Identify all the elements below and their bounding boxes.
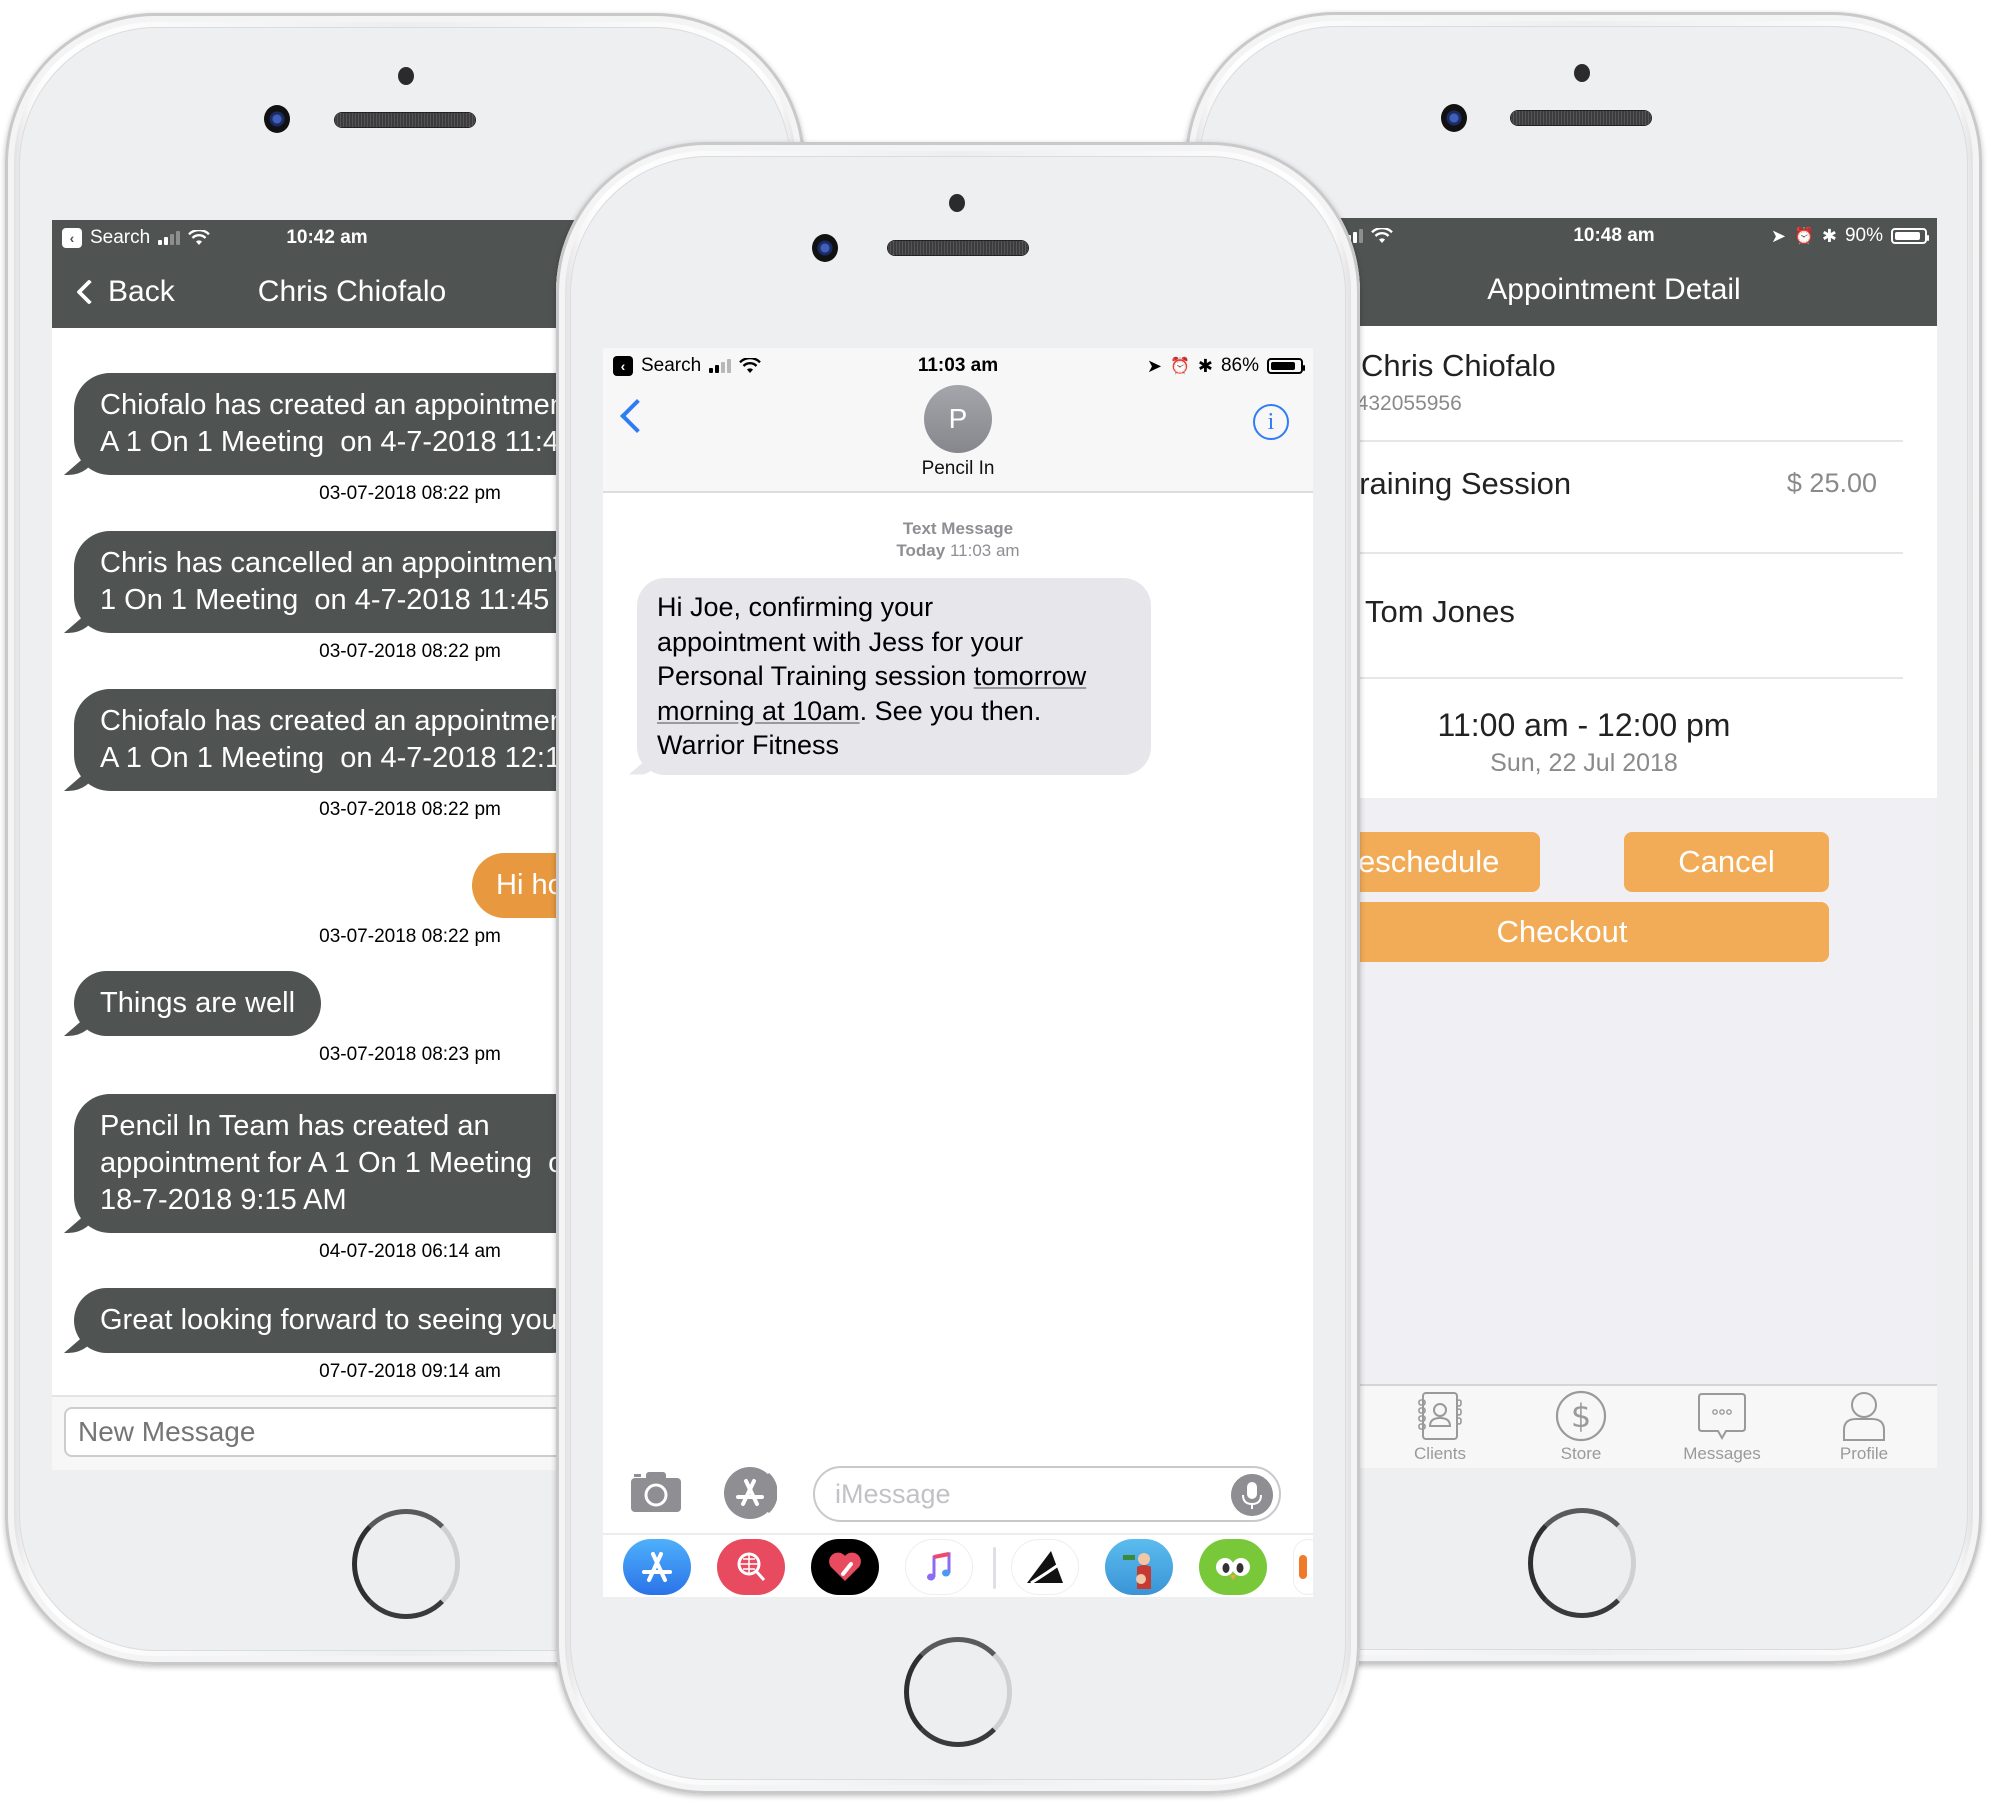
message-timestamp: 03-07-2018 08:22 pm: [319, 926, 501, 947]
bluetooth-icon: ✱: [1821, 225, 1837, 246]
incoming-bubble: Great looking forward to seeing you: [74, 1288, 584, 1353]
music-icon[interactable]: [905, 1539, 973, 1595]
compose-bar: iMessage: [603, 1458, 1313, 1528]
client-phone: 0432055956: [1345, 392, 1462, 415]
chat-bubble-icon: [1698, 1393, 1746, 1441]
appointment-title: Appointment Detail: [1487, 273, 1741, 306]
battery-icon: [1267, 358, 1305, 374]
drawer-divider: [993, 1547, 996, 1589]
tab-clients[interactable]: Clients: [1380, 1390, 1500, 1464]
tab-label: Store: [1560, 1444, 1602, 1463]
status-back-app[interactable]: Search: [641, 355, 701, 377]
back-to-app-icon[interactable]: ‹: [613, 356, 633, 376]
proximity-sensor: [949, 194, 965, 212]
home-button[interactable]: [352, 1509, 460, 1619]
front-camera: [812, 234, 838, 262]
tab-store[interactable]: $ Store: [1521, 1390, 1641, 1464]
back-button[interactable]: [620, 399, 654, 433]
signal-icon: [709, 359, 732, 373]
svg-text:$: $: [1571, 1397, 1591, 1435]
app-drawer: [603, 1533, 1313, 1597]
message-timestamp: 03-07-2018 08:22 pm: [319, 641, 501, 662]
contact-name[interactable]: Pencil In: [603, 458, 1313, 480]
signal-icon: [158, 231, 181, 245]
message-timestamp: 04-07-2018 06:14 am: [319, 1241, 501, 1262]
tab-profile[interactable]: Profile: [1804, 1390, 1924, 1464]
message-type: Text Message: [902, 519, 1014, 538]
app-store-icon[interactable]: [623, 1539, 691, 1595]
tab-label: Profile: [1839, 1444, 1889, 1463]
imessage-placeholder: iMessage: [835, 1479, 951, 1509]
date-link[interactable]: morning at 10am: [657, 696, 860, 726]
message-text: . See you then.: [859, 695, 1042, 726]
alarm-icon: ⏰: [1169, 358, 1190, 375]
alarm-icon: ⏰: [1793, 228, 1814, 245]
battery-icon: [1891, 228, 1929, 244]
tab-messages[interactable]: Messages: [1662, 1390, 1782, 1464]
location-icon: ➤: [1146, 355, 1162, 376]
incoming-message-bubble: Hi Joe, confirming your appointment with…: [637, 578, 1151, 775]
checkout-button[interactable]: Checkout: [1295, 902, 1829, 962]
location-icon: ➤: [1770, 225, 1786, 246]
earpiece-speaker: [1511, 111, 1651, 125]
person-icon: [1843, 1392, 1885, 1441]
message-meta: Text Message Today 11:03 am: [603, 518, 1313, 562]
heart-sticker-icon[interactable]: [811, 1539, 879, 1595]
message-line: appointment with Jess for your: [657, 626, 1024, 657]
incoming-bubble: Things are well: [74, 971, 322, 1036]
cancel-button[interactable]: Cancel: [1624, 832, 1829, 892]
incoming-bubble: Pencil In Team has created an appointmen…: [74, 1094, 607, 1233]
proximity-sensor: [1574, 64, 1590, 82]
bluetooth-icon: ✱: [1197, 355, 1213, 376]
tab-label: Messages: [1683, 1444, 1761, 1463]
client-name: Chris Chiofalo: [1361, 348, 1556, 383]
message-line: Hi Joe, confirming your: [657, 592, 934, 622]
imessage-screen: ‹ Search 11:03 am ➤ ⏰ ✱ 86% P Pencil In …: [603, 348, 1313, 1597]
partial-app-icon[interactable]: [1293, 1539, 1313, 1595]
info-icon[interactable]: i: [1253, 404, 1289, 440]
wifi-icon: [1371, 228, 1393, 243]
center-phone-imessage: ‹ Search 11:03 am ➤ ⏰ ✱ 86% P Pencil In …: [556, 142, 1360, 1794]
battery-percent: 90%: [1844, 225, 1883, 246]
message-text: Personal Training session: [657, 661, 974, 691]
proximity-sensor: [398, 67, 414, 85]
contact-avatar[interactable]: P: [924, 385, 992, 453]
owl-app-icon[interactable]: [1199, 1539, 1267, 1595]
message-line: Warrior Fitness: [657, 730, 840, 760]
message-timestamp: 03-07-2018 08:22 pm: [319, 483, 501, 504]
front-camera: [264, 105, 290, 133]
staff-name: Tom Jones: [1365, 594, 1515, 629]
back-to-app-icon[interactable]: ‹: [62, 228, 82, 248]
tab-label: Clients: [1414, 1444, 1466, 1463]
earpiece-speaker: [335, 113, 475, 127]
front-camera: [1441, 104, 1467, 132]
message-timestamp: 03-07-2018 08:23 pm: [319, 1044, 501, 1065]
app-store-button-icon[interactable]: [723, 1466, 777, 1520]
wifi-icon: [188, 230, 211, 245]
message-timestamp: 03-07-2018 08:22 pm: [319, 799, 501, 820]
date-link[interactable]: tomorrow: [974, 661, 1087, 691]
camera-icon[interactable]: [629, 1470, 683, 1514]
earpiece-speaker: [888, 241, 1028, 255]
wifi-icon: [739, 358, 762, 373]
home-button[interactable]: [1528, 1508, 1636, 1618]
battery-percent: 86%: [1220, 355, 1259, 376]
message-time: 11:03 am: [949, 541, 1020, 560]
message-day: Today: [896, 541, 946, 560]
dollar-icon: $: [1555, 1390, 1607, 1442]
microphone-icon[interactable]: [1231, 1474, 1273, 1516]
message-line: Personal Training session tomorrow: [657, 659, 1131, 694]
imessage-input[interactable]: iMessage: [813, 1466, 1281, 1522]
home-button[interactable]: [904, 1637, 1012, 1747]
service-price: $ 25.00: [1786, 468, 1877, 498]
message-line: morning at 10am. See you then.: [657, 694, 1131, 729]
conversation-header: ‹ Search 11:03 am ➤ ⏰ ✱ 86% P Pencil In …: [603, 348, 1313, 493]
status-bar: ‹ Search 11:03 am ➤ ⏰ ✱ 86%: [603, 348, 1313, 384]
web-search-icon[interactable]: [717, 1539, 785, 1595]
clients-icon: [1418, 1392, 1462, 1440]
character-sticker-icon[interactable]: [1105, 1539, 1173, 1595]
status-back-app[interactable]: Search: [90, 227, 150, 249]
message-timestamp: 07-07-2018 09:14 am: [319, 1361, 501, 1382]
triangle-app-icon[interactable]: [1011, 1539, 1079, 1595]
